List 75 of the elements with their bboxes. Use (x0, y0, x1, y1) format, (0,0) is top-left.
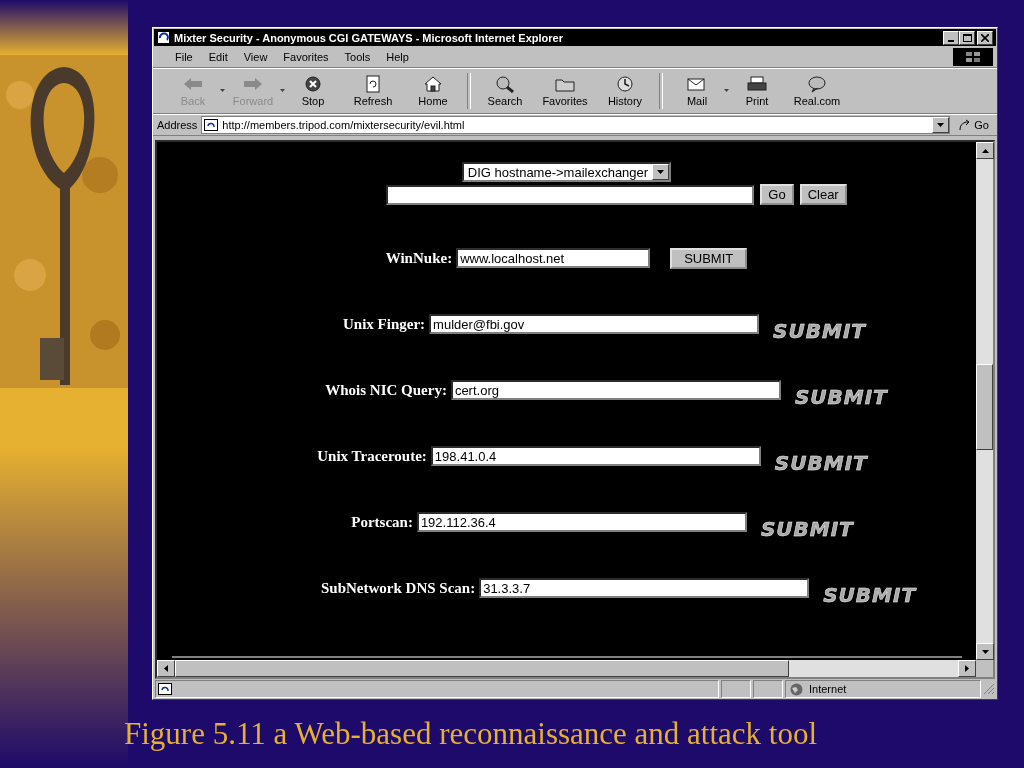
submit-image-button[interactable]: SUBMIT (794, 385, 888, 409)
maximize-icon (962, 33, 972, 42)
minimize-button[interactable] (943, 30, 959, 45)
form-label: Portscan: (351, 513, 413, 531)
house-icon (422, 75, 444, 93)
go-button[interactable]: Go (954, 119, 993, 131)
speech-bubble-icon (806, 75, 828, 93)
printer-icon (746, 75, 768, 93)
minimize-icon (948, 39, 954, 42)
menu-item[interactable]: Edit (200, 51, 236, 63)
text-field[interactable]: 31.3.3.7 (479, 578, 810, 598)
clock-icon (614, 75, 636, 93)
menu-item[interactable]: Favorites (275, 51, 337, 63)
form-label: Unix Finger: (343, 315, 426, 333)
scrollbar-corner (976, 660, 993, 677)
down-arrow-icon (981, 649, 989, 654)
toolbar-button[interactable]: Mail (667, 75, 727, 107)
toolbar-button[interactable]: Refresh (343, 75, 403, 107)
dropdown-button[interactable] (932, 117, 950, 133)
text-field[interactable]: mulder@fbi.gov (429, 314, 760, 334)
submit-button[interactable]: SUBMIT (670, 247, 748, 269)
form-label: Unix Traceroute: (317, 447, 427, 465)
zone-label: Internet (809, 683, 847, 695)
address-field[interactable]: http://members.tripod.com/mixtersecurity/evil.html (201, 116, 951, 134)
text-field[interactable]: www.localhost.net (456, 248, 651, 268)
window-title: Mixter Security - Anonymous CGI GATEWAYS - Microsoft Internet Explorer (174, 31, 564, 44)
toolbar-button[interactable]: Stop (283, 75, 343, 107)
menu-item[interactable]: View (235, 51, 276, 63)
stop-icon (302, 75, 324, 93)
caret-icon (657, 170, 665, 174)
text-field[interactable]: 198.41.0.4 (430, 446, 761, 466)
search-icon (494, 75, 516, 93)
left-arrow-icon (164, 665, 168, 672)
figure-caption: Figure 5.11 a Web-based reconnaissance and attack tool (124, 716, 819, 752)
toolbar-button[interactable]: Home (403, 75, 463, 107)
right-arrow-icon (965, 665, 969, 672)
submit-image-button[interactable]: SUBMIT (823, 583, 917, 607)
address-label: Address (157, 119, 198, 131)
page-icon (204, 119, 219, 131)
toolbar-button[interactable]: Favorites (535, 75, 595, 107)
form-label: SubNetwork DNS Scan: (320, 579, 476, 597)
globe-icon (790, 682, 803, 696)
page-icon (158, 683, 172, 695)
toolbar-button[interactable]: Real.com (787, 75, 847, 107)
menu-item[interactable]: Tools (336, 51, 379, 63)
text-field[interactable]: cert.org (450, 380, 781, 400)
lookup-field[interactable] (386, 184, 755, 205)
up-arrow-icon (981, 148, 989, 153)
lookup-select[interactable]: DIG hostname->mailexchanger (461, 162, 672, 182)
back-arrow-icon (182, 75, 204, 93)
envelope-icon (686, 75, 708, 93)
clear-button[interactable]: Clear (799, 184, 847, 205)
resize-grip-icon (983, 683, 995, 695)
text-field[interactable]: 192.112.36.4 (416, 512, 747, 532)
close-icon (981, 33, 989, 42)
menu-item[interactable]: Help (378, 51, 417, 63)
form-label: Whois NIC Query: (325, 381, 447, 399)
submit-image-button[interactable]: SUBMIT (773, 319, 866, 343)
scroll-thumb[interactable] (175, 660, 789, 677)
submit-image-button[interactable]: SUBMIT (760, 517, 854, 541)
windows-flag-icon (965, 51, 981, 63)
submit-image-button[interactable]: SUBMIT (774, 451, 868, 475)
maximize-button[interactable] (959, 30, 975, 45)
close-button[interactable] (977, 30, 993, 45)
scroll-thumb[interactable] (976, 364, 993, 450)
toolbar-button[interactable]: Search (475, 75, 535, 107)
go-button[interactable]: Go (760, 184, 794, 205)
caret-icon (937, 123, 945, 127)
menu-item[interactable]: File (167, 51, 201, 63)
toolbar-button[interactable]: History (595, 75, 655, 107)
forward-arrow-icon (242, 75, 264, 93)
horizontal-scrollbar[interactable] (157, 660, 993, 677)
vertical-scrollbar[interactable] (976, 142, 993, 660)
form-label: WinNuke: (385, 249, 453, 267)
toolbar-button[interactable]: Print (727, 75, 787, 107)
